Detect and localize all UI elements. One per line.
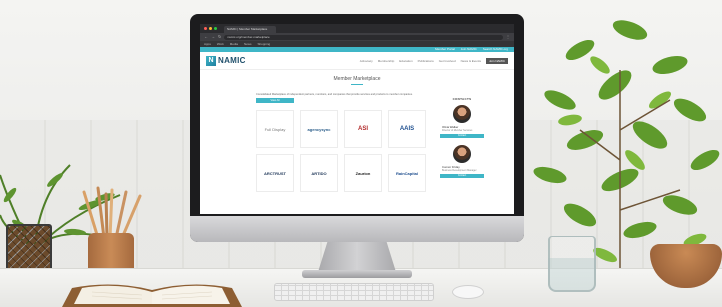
browser-tab[interactable]: NAMIC | Member Marketplace	[224, 26, 276, 33]
partner-tile[interactable]: AAIS	[388, 110, 426, 149]
wire-basket	[6, 224, 52, 272]
partner-name: ARCTRUST	[264, 170, 286, 176]
contact-button[interactable]: Contact	[440, 174, 484, 178]
monitor-stand-base	[302, 270, 412, 278]
page-title: Member Marketplace	[333, 76, 381, 82]
partner-logo-grid: Full Display agencysync ASI AAIS ARCTRUS…	[256, 110, 426, 193]
contact-role: Business Development Manager	[442, 169, 477, 172]
partner-tile[interactable]: Full Display	[256, 110, 294, 149]
bookmark-item[interactable]: Shopping	[257, 41, 270, 47]
address-bar: ← → ↻ namic.org/member-marketplace ⋮	[200, 33, 514, 41]
nav-item[interactable]: Education	[399, 59, 412, 63]
partner-tile[interactable]: agencysync	[300, 110, 338, 149]
namic-logo[interactable]: N NAMIC	[206, 55, 246, 66]
forward-icon[interactable]: →	[211, 33, 215, 41]
site-header: N NAMIC Advocacy Membership Education Pu…	[200, 52, 514, 70]
partner-name: agencysync	[307, 126, 331, 132]
contact-button[interactable]: Contact	[440, 134, 484, 138]
monitor-stand	[318, 242, 396, 272]
browser-tab-strip: NAMIC | Member Marketplace	[200, 24, 514, 33]
monitor: NAMIC | Member Marketplace ← → ↻ namic.o…	[190, 14, 524, 242]
partner-tile[interactable]: ASI	[344, 110, 382, 149]
member-portal-link[interactable]: Member Portal	[435, 47, 455, 52]
contact-role: Director of Member Services	[442, 129, 473, 132]
partner-tile[interactable]: Zaurion	[344, 154, 382, 193]
close-icon[interactable]	[204, 27, 207, 30]
nav-item[interactable]: News & Events	[461, 59, 481, 63]
nav-item[interactable]: Get Involved	[439, 59, 456, 63]
nav-item[interactable]: Membership	[378, 59, 395, 63]
partner-tile[interactable]: ARCTRUST	[256, 154, 294, 193]
bookmark-item[interactable]: Work	[217, 41, 224, 47]
colored-pencils	[82, 186, 142, 238]
partner-name: ARTIDO	[311, 170, 327, 176]
partner-name: RainCapital	[395, 170, 418, 176]
partner-tile[interactable]: RainCapital	[388, 154, 426, 193]
join-link[interactable]: Join NAMIC	[461, 47, 477, 52]
bookmark-item[interactable]: News	[244, 41, 252, 47]
marketplace-column: Consolidated Marketplace of independent …	[256, 93, 426, 193]
maximize-icon[interactable]	[214, 27, 217, 30]
contact-card: Olivia Walker Director of Member Service…	[440, 105, 484, 138]
partner-tile[interactable]: ARTIDO	[300, 154, 338, 193]
reload-icon[interactable]: ↻	[218, 33, 221, 41]
contacts-heading: CONTACTS	[452, 97, 472, 101]
view-all-button[interactable]: View All	[256, 98, 294, 104]
logo-text: NAMIC	[218, 56, 246, 65]
monitor-chin	[190, 216, 524, 242]
partner-name: ASI	[357, 126, 368, 133]
avatar	[453, 145, 471, 163]
bookmark-item[interactable]: Apps	[204, 41, 211, 47]
intro-text: Consolidated Marketplace of independent …	[256, 93, 413, 96]
open-book	[62, 284, 242, 307]
window-controls[interactable]	[204, 24, 217, 33]
keyboard	[274, 283, 434, 301]
nav-item[interactable]: Publications	[418, 59, 434, 63]
logo-mark: N	[206, 55, 216, 66]
main-content: Consolidated Marketplace of independent …	[200, 85, 514, 193]
partner-name: Zaurion	[355, 170, 371, 176]
menu-icon[interactable]: ⋮	[506, 33, 510, 41]
back-icon[interactable]: ←	[204, 33, 208, 41]
minimize-icon[interactable]	[209, 27, 212, 30]
contacts-sidebar: CONTACTS Olivia Walker Director of Membe…	[440, 97, 484, 192]
mouse	[452, 285, 484, 299]
site-search-input[interactable]: Search NAMIC.org	[483, 47, 508, 52]
bookmark-item[interactable]: Media	[230, 41, 238, 47]
contact-card: Connor Friday Business Development Manag…	[440, 145, 484, 178]
water-glass	[548, 236, 596, 292]
main-nav: Advocacy Membership Education Publicatio…	[360, 57, 508, 64]
join-button[interactable]: Join NAMIC	[485, 57, 508, 64]
partner-name: Full Display	[264, 126, 286, 132]
browser-window: NAMIC | Member Marketplace ← → ↻ namic.o…	[200, 24, 514, 214]
nav-item[interactable]: Advocacy	[360, 59, 373, 63]
partner-name: AAIS	[399, 126, 415, 133]
avatar	[453, 105, 471, 123]
url-field[interactable]: namic.org/member-marketplace	[224, 34, 503, 40]
